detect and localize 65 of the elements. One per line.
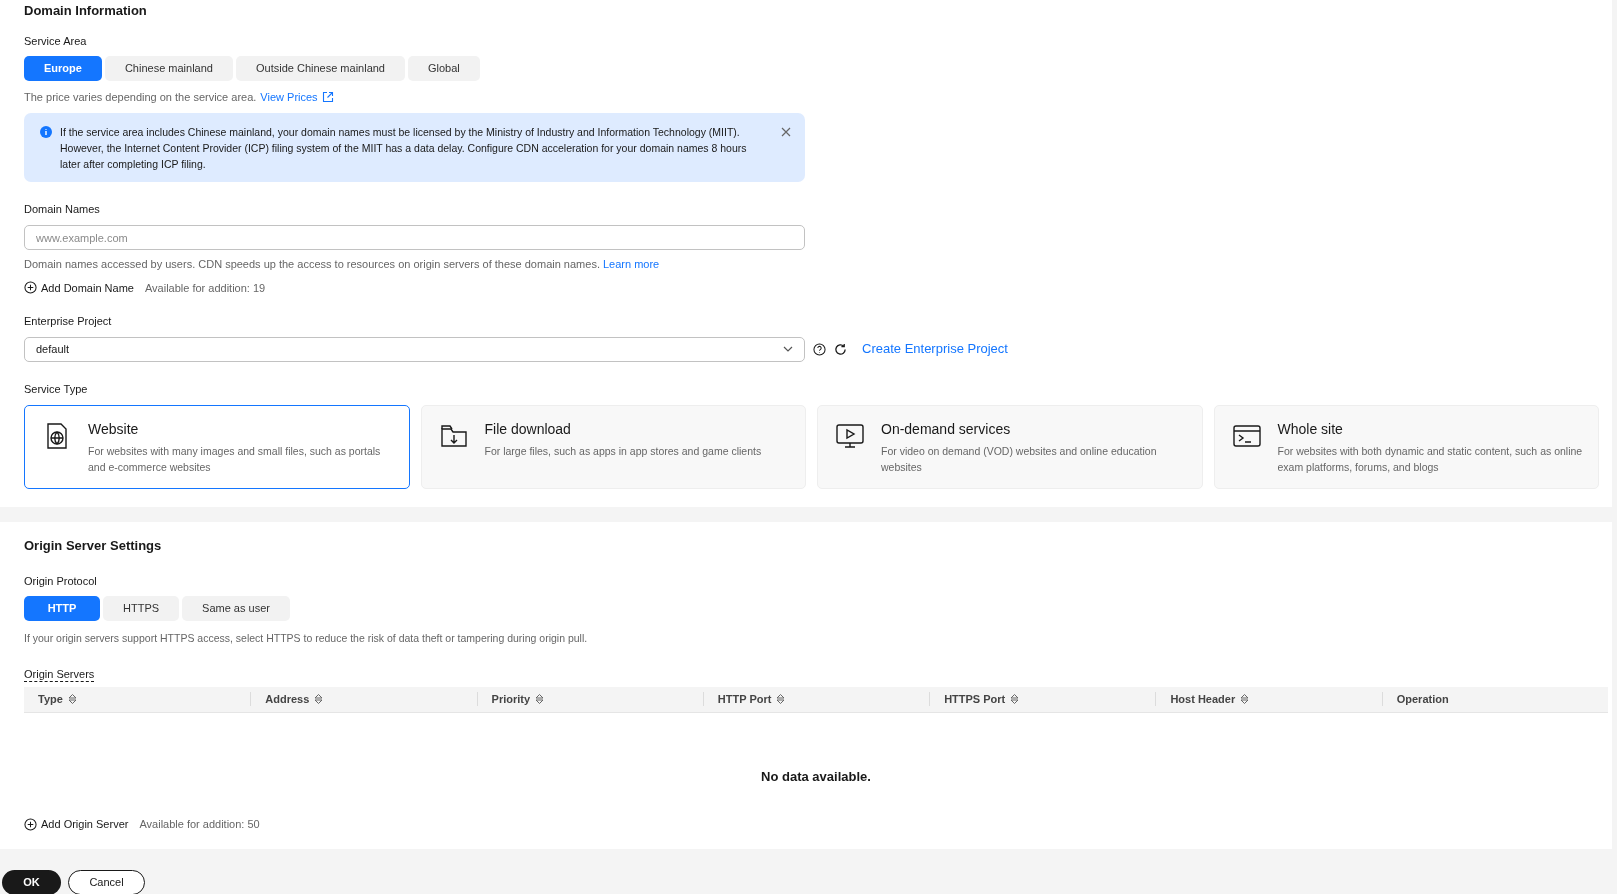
view-prices-link[interactable]: View Prices: [260, 88, 318, 105]
add-origin-server-button[interactable]: Add Origin Server: [24, 816, 129, 833]
column-header: HTTPS Port: [944, 692, 1006, 707]
card-description: For websites with many images and small files, such as portals and e-commerce websites: [88, 444, 382, 475]
available-count: Available for addition: 19: [144, 280, 266, 296]
section-title: Origin Server Settings: [24, 537, 163, 555]
column-header: Address: [265, 692, 310, 707]
column-header: Type: [38, 692, 63, 707]
plus-circle-icon: [24, 281, 37, 295]
available-count: Available for addition: 50: [139, 817, 260, 833]
field-label: Service Type: [24, 381, 89, 397]
card-title: Whole site: [1277, 421, 1344, 437]
card-title: Website: [88, 421, 140, 437]
learn-more-link[interactable]: Learn more: [602, 256, 660, 273]
cancel-button[interactable]: Cancel: [68, 869, 145, 894]
column-header: Operation: [1396, 692, 1449, 707]
segment-tab[interactable]: HTTPS: [103, 596, 180, 621]
help-text: The price varies depending on the service area.: [24, 89, 257, 105]
card-description: For large files, such as apps in app stores and game clients: [484, 444, 762, 459]
segment-tab[interactable]: Chinese mainland: [104, 55, 233, 81]
field-label: Origin Servers: [24, 667, 95, 682]
enterprise-project-select[interactable]: default: [24, 336, 805, 362]
add-domain-button[interactable]: Add Domain Name: [24, 279, 134, 296]
external-link-icon[interactable]: [321, 90, 334, 103]
ok-button[interactable]: OK: [2, 869, 61, 894]
sort-icon[interactable]: [535, 693, 545, 706]
service-type-card[interactable]: Website For websites with many images and small files, such as portals and e-commerce websites: [24, 405, 410, 489]
segment-tab[interactable]: HTTP: [24, 596, 100, 621]
help-text: If your origin servers support HTTPS access, select HTTPS to reduce the risk of data theft or tampering during origin pull.: [24, 631, 589, 646]
card-title: File download: [484, 421, 572, 437]
segment-tab[interactable]: Global: [408, 55, 480, 81]
create-enterprise-project-link[interactable]: Create Enterprise Project: [862, 339, 1008, 359]
sort-icon[interactable]: [776, 693, 786, 706]
sort-icon[interactable]: [67, 693, 77, 706]
info-icon: [40, 126, 52, 138]
chevron-down-icon: [783, 346, 793, 352]
field-label: Enterprise Project: [24, 314, 113, 329]
segment-tab[interactable]: Europe: [24, 55, 102, 81]
column-header: HTTP Port: [717, 692, 772, 707]
card-description: For websites with both dynamic and static content, such as online exam platforms, forums, and blogs: [1277, 444, 1584, 475]
section-title: Domain Information: [24, 2, 148, 20]
empty-message: No data available.: [761, 767, 871, 786]
monitor-play-icon: [835, 421, 865, 451]
field-label: Service Area: [24, 34, 88, 49]
service-type-card[interactable]: File download For large files, such as apps in app stores and game clients: [420, 405, 806, 489]
help-text: Domain names accessed by users. CDN speeds up the access to resources on origin servers of these domain names.: [24, 257, 600, 272]
close-icon[interactable]: [781, 127, 791, 137]
alert-text: If the service area includes Chinese mainland, your domain names must be licensed by the Ministry of Industry and Information Technology (MIIT). However, the Internet Content Provider (ICP) filing system of the MIIT has a data delay. Configure CDN acceleration for your domain names 8 hours later after completing ICP filing.: [60, 125, 748, 172]
sort-icon[interactable]: [314, 693, 324, 706]
service-type-card[interactable]: On-demand services For video on demand (VOD) websites and online education websites: [817, 405, 1203, 489]
help-icon[interactable]: [813, 342, 826, 356]
service-type-card[interactable]: Whole site For websites with both dynamic and static content, such as online exam platforms, forums, and blogs: [1213, 405, 1599, 489]
plus-circle-icon: [24, 818, 37, 831]
segment-tab[interactable]: Same as user: [182, 596, 290, 621]
column-header: Host Header: [1170, 692, 1236, 707]
segment-tab[interactable]: Outside Chinese mainland: [235, 55, 405, 81]
sort-icon[interactable]: [1010, 693, 1020, 706]
sort-icon[interactable]: [1240, 693, 1250, 706]
field-label: Domain Names: [24, 202, 101, 217]
card-description: For video on demand (VOD) websites and online education websites: [881, 444, 1158, 475]
field-label: Origin Protocol: [24, 573, 98, 589]
column-header: Priority: [491, 692, 531, 707]
refresh-icon[interactable]: [834, 342, 847, 356]
card-title: On-demand services: [881, 421, 1012, 437]
domain-name-field[interactable]: www.example.com: [24, 225, 805, 250]
